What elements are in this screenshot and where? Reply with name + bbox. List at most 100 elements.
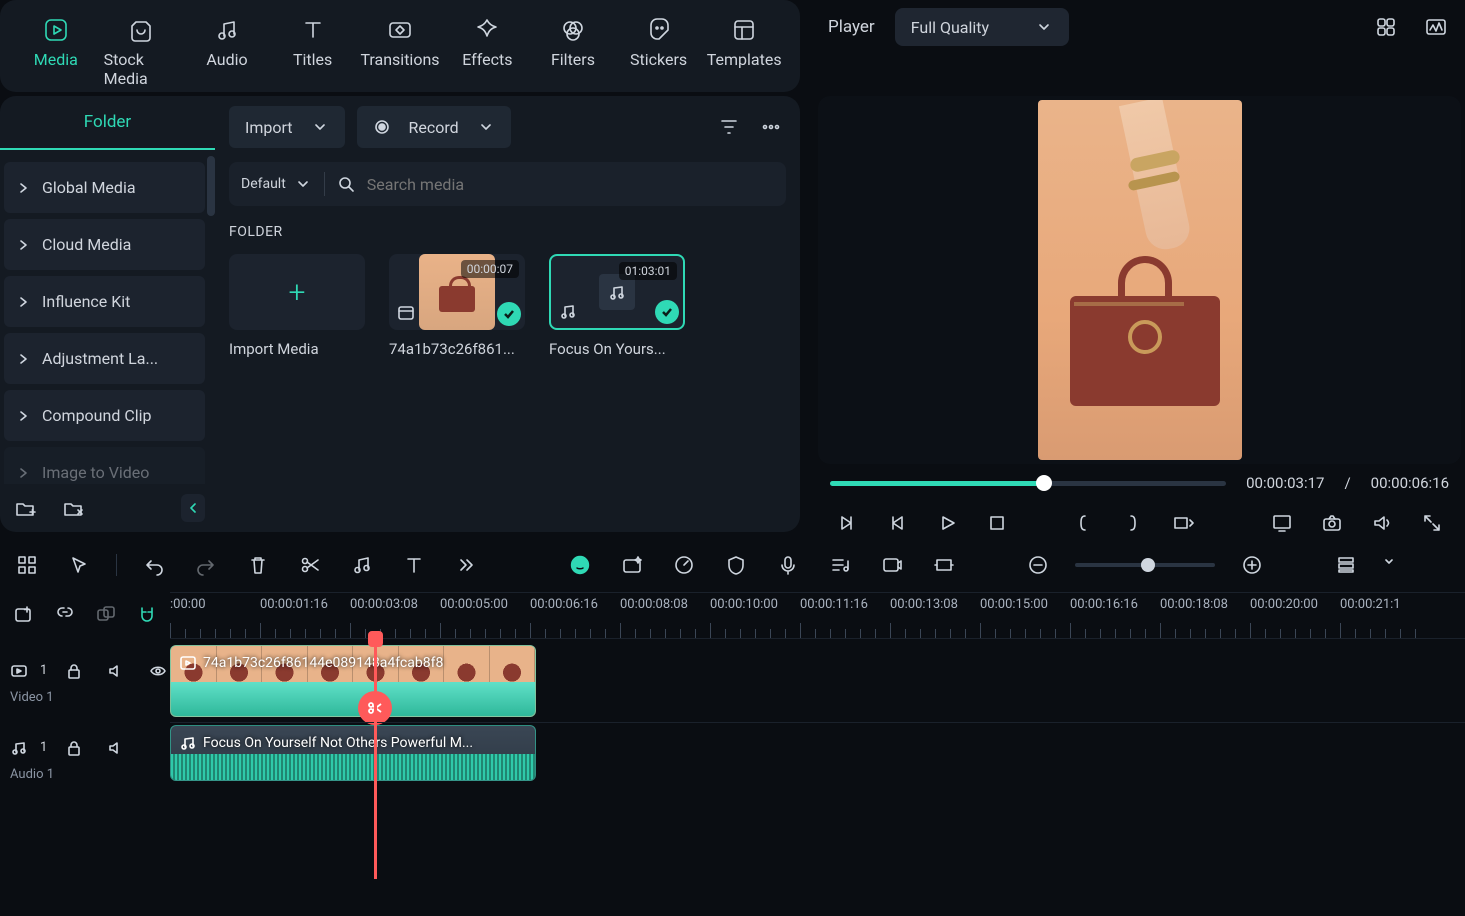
track-mute[interactable] (101, 733, 131, 763)
folder-add-button[interactable] (10, 493, 40, 523)
audio-track-body[interactable]: Focus On Yourself Not Others Powerful M.… (170, 722, 1465, 792)
tab-titles[interactable]: Titles (275, 10, 351, 69)
caret-right-icon (14, 464, 32, 482)
track-lock[interactable] (59, 733, 89, 763)
select-tool[interactable] (64, 550, 94, 580)
text-tool[interactable] (399, 550, 429, 580)
tab-stockmedia[interactable]: Stock Media (104, 10, 180, 88)
import-button[interactable]: Import (229, 106, 345, 148)
track-mute[interactable] (101, 656, 131, 686)
speed-icon (673, 554, 695, 576)
titles-icon (300, 17, 326, 43)
link-button[interactable] (51, 600, 78, 630)
tab-templates[interactable]: Templates (706, 10, 782, 69)
monitor-button[interactable] (1267, 508, 1297, 538)
folder-remove-button[interactable] (58, 493, 88, 523)
folder-scrollbar[interactable] (207, 156, 215, 216)
thumb-video[interactable]: 00:00:07 74a1b73c26f861... (389, 254, 525, 358)
tab-effects[interactable]: Effects (450, 10, 526, 69)
tab-transitions[interactable]: Transitions (360, 10, 439, 69)
volume-button[interactable] (1367, 508, 1397, 538)
search-icon (337, 175, 355, 193)
stop-button[interactable] (982, 508, 1012, 538)
video-clip[interactable]: 74a1b73c26f86144e089148a4fcab8f8 (170, 645, 536, 717)
mark-out-button[interactable] (1118, 508, 1148, 538)
aspect-button[interactable] (1168, 508, 1198, 538)
mic-button[interactable] (773, 550, 803, 580)
folder-item-compound[interactable]: Compound Clip (4, 390, 205, 441)
add-track-button[interactable] (10, 600, 37, 630)
beat-button[interactable] (825, 550, 855, 580)
caret-right-icon (14, 350, 32, 368)
tab-audio[interactable]: Audio (189, 10, 265, 69)
thumb-import[interactable]: + Import Media (229, 254, 365, 358)
caret-right-icon (14, 293, 32, 311)
folder-tab[interactable]: Folder (0, 96, 215, 150)
prev-frame-icon (836, 512, 858, 534)
sidebar-collapse-button[interactable] (181, 494, 205, 522)
track-lock[interactable] (59, 656, 89, 686)
track-visible[interactable] (143, 656, 173, 686)
tab-media[interactable]: Media (18, 10, 94, 69)
undo-button[interactable] (139, 550, 169, 580)
group-button[interactable] (92, 600, 119, 630)
playback-slider[interactable] (830, 481, 1226, 486)
stock-icon (128, 17, 154, 43)
video-track-body[interactable]: 74a1b73c26f86144e089148a4fcab8f8 (170, 638, 1465, 722)
thumb-audio[interactable]: 01:03:01 Focus On Yours... (549, 254, 685, 358)
tab-filters[interactable]: Filters (535, 10, 611, 69)
filter-button[interactable] (714, 112, 744, 142)
timeline-ruler[interactable]: :00:0000:00:01:1600:00:03:0800:00:05:000… (170, 592, 1465, 638)
plus-circle-icon (1241, 554, 1263, 576)
more-button[interactable] (756, 112, 786, 142)
zoom-slider[interactable] (1075, 563, 1215, 567)
delete-button[interactable] (243, 550, 273, 580)
sort-select[interactable]: Default (241, 175, 312, 193)
fullscreen-icon (1421, 512, 1443, 534)
music-icon (559, 302, 577, 320)
ai-button[interactable] (565, 550, 595, 580)
layout-grid-button[interactable] (1371, 12, 1401, 42)
tab-stickers[interactable]: Stickers (621, 10, 697, 69)
effects-icon (474, 17, 500, 43)
check-badge (655, 300, 679, 324)
more-icon (760, 116, 782, 138)
more-tools[interactable] (451, 550, 481, 580)
main-tabs: Media Stock Media Audio Titles Transitio… (0, 0, 800, 92)
fit-button[interactable] (929, 550, 959, 580)
quality-select[interactable]: Full Quality (895, 8, 1069, 46)
duration-badge: 01:03:01 (619, 262, 677, 280)
scope-button[interactable] (1421, 12, 1451, 42)
audio-tool[interactable] (347, 550, 377, 580)
record-button[interactable]: Record (357, 106, 511, 148)
search-input[interactable] (367, 175, 774, 194)
marker-button[interactable] (721, 550, 751, 580)
folder-x-icon (62, 497, 84, 519)
zoom-out-button[interactable] (1023, 550, 1053, 580)
aspect-icon (1172, 512, 1194, 534)
speed-button[interactable] (669, 550, 699, 580)
next-frame-button[interactable] (882, 508, 912, 538)
mark-in-button[interactable] (1068, 508, 1098, 538)
fullscreen-button[interactable] (1417, 508, 1447, 538)
audio-clip[interactable]: Focus On Yourself Not Others Powerful M.… (170, 725, 536, 781)
folder-item-influence[interactable]: Influence Kit (4, 276, 205, 327)
play-button[interactable] (932, 508, 962, 538)
prev-frame-button[interactable] (832, 508, 862, 538)
redo-button[interactable] (191, 550, 221, 580)
folder-item-imagevideo[interactable]: Image to Video (4, 447, 205, 484)
track-view-button[interactable] (1331, 550, 1361, 580)
apps-button[interactable] (12, 550, 42, 580)
folder-item-cloud[interactable]: Cloud Media (4, 219, 205, 270)
caret-right-icon (14, 236, 32, 254)
enhance-button[interactable] (617, 550, 647, 580)
split-button[interactable] (295, 550, 325, 580)
folder-item-global[interactable]: Global Media (4, 162, 205, 213)
preview-viewport[interactable] (818, 96, 1461, 464)
magnet-button[interactable] (133, 600, 160, 630)
export-frame-button[interactable] (877, 550, 907, 580)
folder-item-adjustment[interactable]: Adjustment La... (4, 333, 205, 384)
snapshot-button[interactable] (1317, 508, 1347, 538)
zoom-in-button[interactable] (1237, 550, 1267, 580)
duration-badge: 00:00:07 (461, 260, 519, 278)
